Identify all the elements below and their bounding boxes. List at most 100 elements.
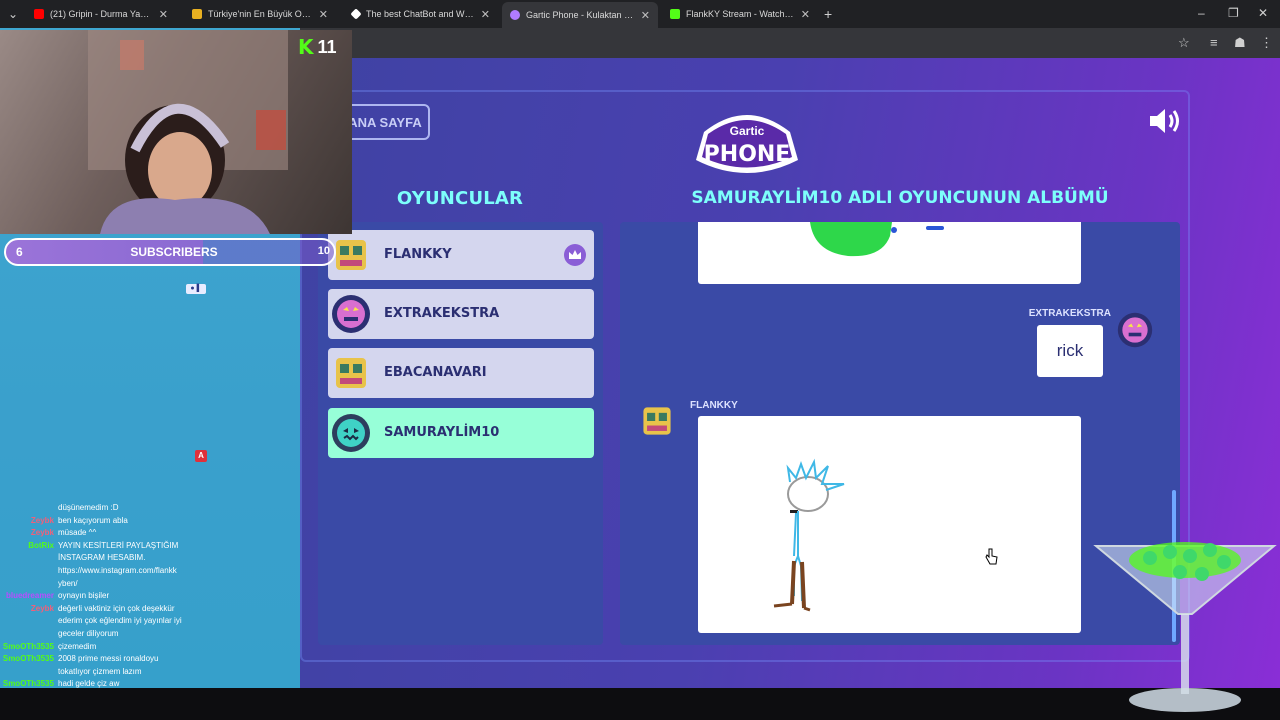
drawing-previous: [810, 222, 944, 257]
chat-message: bluedreamer oynayın bişiler: [0, 590, 300, 603]
chat-text: İNSTAGRAM HESABIM.: [58, 553, 146, 563]
album-title: SAMURAYLİM10 ADLI OYUNCUNUN ALBÜMÜ: [691, 188, 1109, 208]
crown-icon: [564, 244, 586, 266]
chat-message: SmoOTh3535 2008 prime messi ronaldoyu: [0, 653, 300, 666]
kick-logo-icon: K: [298, 35, 314, 59]
chat-text: yben/: [58, 578, 78, 588]
author-avatar: [643, 407, 671, 435]
chat-text: değerli vaktiniz için çok deşekkür: [58, 603, 175, 613]
chat-message: geceler diliyorum: [0, 628, 300, 641]
chat-text: düşünemedim :D: [58, 503, 119, 512]
player-row-flankky[interactable]: FLANKKY: [328, 230, 594, 280]
answer-bubble: rick: [1037, 325, 1103, 377]
chat-username: BotRix: [28, 540, 54, 550]
chat-message: yben/: [0, 578, 300, 591]
tab-oyuncu[interactable]: Türkiye'nin En Büyük Oyuncu D ✕: [184, 4, 336, 24]
chat-message: https://www.instagram.com/flankk: [0, 565, 300, 578]
tab-search-chevron-icon[interactable]: ⌄: [8, 7, 18, 21]
chat-message: İNSTAGRAM HESABIM.: [0, 552, 300, 565]
players-title: OYUNCULAR: [396, 188, 524, 209]
chat-username: bluedreamer: [5, 591, 54, 601]
youtube-icon: [34, 9, 44, 19]
drawing-stick-figure: [773, 458, 845, 612]
close-icon[interactable]: ✕: [159, 8, 168, 21]
player-row-samuraylim10[interactable]: SAMURAYLİM10: [328, 408, 594, 458]
drawing-author-name: FLANKKY: [690, 400, 738, 411]
chat-text: müsade ^^: [58, 528, 97, 538]
chat-text: geceler diliyorum: [58, 628, 119, 638]
tab-title: The best ChatBot and Widgets: [366, 9, 475, 19]
tab-kick-stream[interactable]: FlankKY Stream - Watch Live on ✕: [662, 4, 818, 24]
tab-gripin[interactable]: (21) Gripin - Durma Yağmur ✕: [26, 4, 176, 24]
logo-gartic-text: Gartic: [730, 124, 765, 138]
close-icon[interactable]: ✕: [319, 8, 328, 21]
chat-username: SmoOTh3535: [2, 641, 54, 651]
logo-phone-text: PHONE: [704, 142, 791, 167]
kick-icon: [670, 9, 680, 19]
red-badge: A: [195, 450, 207, 462]
home-button[interactable]: ANA SAYFA: [340, 104, 430, 140]
bottom-strip: [0, 688, 1280, 720]
small-overlay-badge: ● ▌: [186, 284, 206, 294]
chat-message: ederim çok eğlendim iyi yayınlar iyi: [0, 615, 300, 628]
hand-cursor-icon: [985, 548, 998, 565]
phone-icon: [510, 10, 520, 20]
tab-chatbot[interactable]: The best ChatBot and Widgets ✕: [344, 4, 498, 24]
site-icon: [192, 9, 202, 19]
close-icon[interactable]: ✕: [641, 9, 650, 22]
chat-text: https://www.instagram.com/flankk: [58, 565, 177, 575]
restore-icon[interactable]: ❐: [1228, 6, 1239, 20]
player-name: FLANKKY: [384, 247, 452, 262]
chat-message: Zeybk ben kaçıyorum abla: [0, 515, 300, 528]
kick-viewer-count: K 11: [298, 35, 350, 59]
stream-chat: düşünemedim :D Zeybk ben kaçıyorum abla Zey…: [0, 502, 300, 716]
media-controls-icon[interactable]: ≡: [1210, 35, 1218, 50]
chat-username: Zeybk: [30, 603, 54, 613]
drawing-card: [698, 416, 1081, 633]
cocktail-glass-overlay: [1093, 542, 1277, 712]
player-row-extrakekstra[interactable]: EXTRAKEKSTRA: [328, 289, 594, 339]
webcam-feed: [0, 30, 352, 234]
drawing-card-previous: [698, 222, 1081, 284]
extensions-icon[interactable]: ☗: [1234, 35, 1246, 51]
subscriber-goal-bar: 6 SUBSCRIBERS 10: [4, 238, 336, 266]
player-row-ebacanavari[interactable]: EBACANAVARI: [328, 348, 594, 398]
chat-message: SmoOTh3535 çizemedim: [0, 641, 300, 654]
player-name: EXTRAKEKSTRA: [384, 306, 500, 321]
chat-username: Zeybk: [30, 515, 54, 525]
player-avatar: [332, 295, 370, 333]
chat-message: Zeybk müsade ^^: [0, 527, 300, 540]
player-avatar: [332, 414, 370, 452]
browser-tabbar: ⌄ (21) Gripin - Durma Yağmur ✕ Türkiye'n…: [0, 0, 1280, 28]
bookmark-star-icon[interactable]: ☆: [1178, 35, 1190, 51]
plus-icon[interactable]: +: [824, 6, 832, 22]
close-icon[interactable]: ✕: [801, 8, 810, 21]
minimize-icon[interactable]: –: [1198, 6, 1205, 20]
subscriber-goal: 10: [317, 245, 330, 257]
player-name: EBACANAVARI: [384, 365, 487, 380]
chat-text: çizemedim: [58, 641, 97, 651]
tab-title: Türkiye'nin En Büyük Oyuncu D: [208, 9, 313, 19]
tab-title: Gartic Phone - Kulaktan Kulağa: [526, 10, 635, 20]
chat-username: Zeybk: [30, 528, 54, 538]
player-avatar: [336, 358, 366, 388]
botrix-icon: [350, 8, 362, 20]
player-name: SAMURAYLİM10: [384, 425, 500, 440]
chat-text: YAYIN KESİTLERİ PAYLAŞTIĞIM: [58, 540, 179, 550]
webcam-image: [88, 30, 288, 234]
subscriber-label: SUBSCRIBERS: [130, 245, 218, 259]
chat-text: ben kaçıyorum abla: [58, 515, 128, 525]
tab-gartic-phone[interactable]: Gartic Phone - Kulaktan Kulağa ✕: [502, 2, 658, 28]
close-window-icon[interactable]: ✕: [1258, 6, 1268, 20]
chat-message: Zeybk değerli vaktiniz için çok deşekkür: [0, 603, 300, 616]
menu-icon[interactable]: ⋮: [1260, 35, 1273, 51]
speaker-icon[interactable]: [1148, 106, 1182, 136]
close-icon[interactable]: ✕: [481, 8, 490, 21]
viewer-count: 11: [317, 36, 337, 57]
chat-text: oynayın bişiler: [58, 591, 110, 601]
answer-author-name: EXTRAKEKSTRA: [1028, 308, 1111, 319]
chat-text: tokatlıyor çizmem lazım: [58, 666, 142, 676]
chat-message: BotRix YAYIN KESİTLERİ PAYLAŞTIĞIM: [0, 540, 300, 553]
chat-text: 2008 prime messi ronaldoyu: [58, 654, 159, 664]
chat-username: SmoOTh3535: [2, 654, 54, 664]
